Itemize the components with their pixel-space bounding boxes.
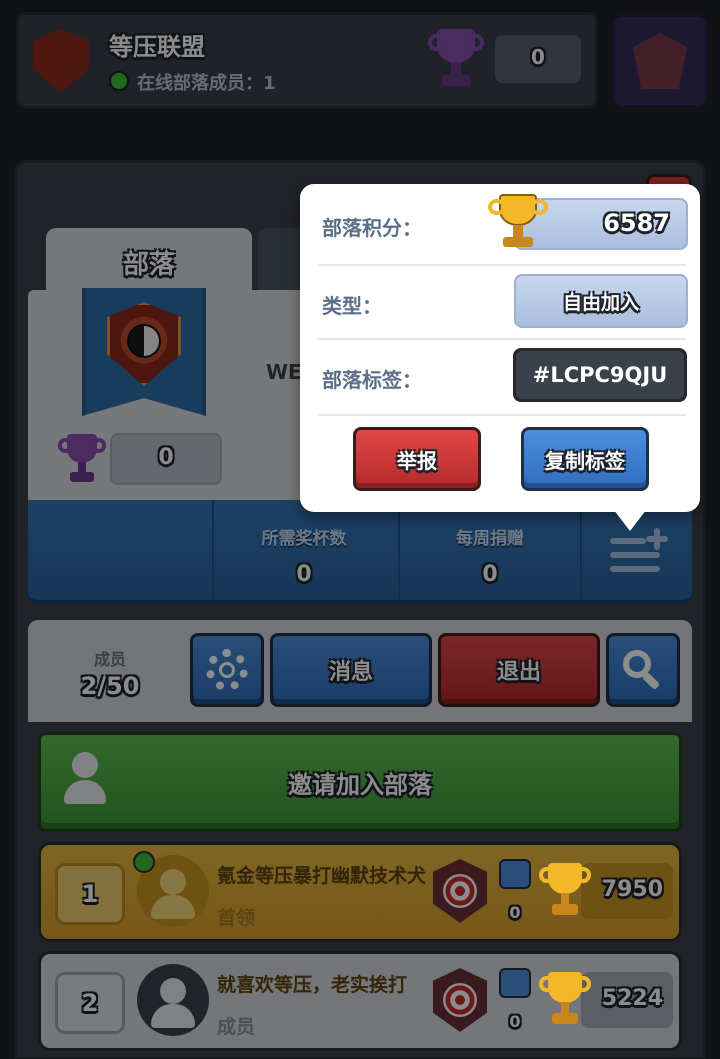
member-name: 就喜欢等压，老实挨打 [217,974,408,996]
gear-icon [206,649,248,691]
war-badge-button[interactable] [612,14,708,108]
member-trophy-box: 7950 [581,863,673,919]
header-trophy-pill: 0 [495,35,581,83]
avatar [137,964,209,1036]
search-button[interactable] [606,633,680,707]
members-label: 成员 [93,650,126,669]
person-icon [64,752,106,808]
trophy-icon [427,29,485,91]
trophy-icon [539,972,591,1028]
required-trophies-label: 所需奖杯数 [261,529,347,549]
member-name: 氪金等压暴打幽默技术犬 [217,865,427,887]
member-rank: 1 [55,863,125,925]
online-members-label: 在线部落成员：1 [137,73,276,94]
clan-header-card[interactable]: 等压联盟 在线部落成员：1 0 [16,12,598,109]
weekly-donations-label: 每周捐赠 [456,529,524,549]
tab-clan[interactable]: 部落 [46,228,252,298]
donate-icon [499,968,531,998]
clan-trophy-value: 0 [158,445,174,470]
war-emblem-icon [633,33,687,89]
add-member-icon[interactable] [610,528,670,574]
member-trophies: 5224 [601,986,663,1011]
header-clan-name: 等压联盟 [109,33,205,61]
trophy-icon [58,434,106,486]
required-trophies-value: 0 [296,562,312,587]
clan-score-label: 部落积分： [322,216,422,240]
clan-tag-value: #LCPC9QJU [513,348,687,402]
member-row-leader[interactable]: 1 氪金等压暴打幽默技术犬 首领 0 7950 [38,842,682,942]
member-rank: 2 [55,972,125,1034]
yinyang-icon [127,324,161,358]
member-trophies: 7950 [601,877,663,902]
clan-stats-bar [28,500,692,604]
members-count: 2/50 [80,672,140,700]
popup-divider [318,414,686,416]
target-icon [433,968,487,1032]
report-button[interactable]: 举报 [353,427,481,491]
member-donations: 0 [509,903,521,922]
popup-divider [318,338,686,340]
member-trophy-box: 5224 [581,972,673,1028]
clan-tag-text: #LCPC9QJU [532,363,668,387]
target-icon [433,859,487,923]
clan-score-value: 6587 [603,209,670,237]
invite-button[interactable]: 邀请加入部落 [38,732,682,832]
clan-type-label: 类型： [322,294,382,318]
messages-button[interactable]: 消息 [270,633,432,707]
member-donations: 0 [509,1012,521,1031]
donate-icon [499,859,531,889]
clan-badge-icon [33,29,89,93]
clan-name-partial: WE [266,360,302,384]
settings-button[interactable] [190,633,264,707]
clan-trophy-pill: 0 [110,433,222,485]
member-role: 成员 [217,1016,256,1038]
weekly-donations-value: 0 [482,562,498,587]
clan-tag-label: 部落标签： [322,368,422,392]
online-indicator-icon [109,71,129,91]
trophy-icon [488,194,548,252]
tab-clan-label: 部落 [122,250,175,280]
copy-tag-button[interactable]: 复制标签 [521,427,649,491]
clan-type-value: 自由加入 [514,274,688,328]
trophy-icon [539,863,591,919]
header-trophy-value: 0 [531,45,545,69]
online-indicator-icon [133,851,155,873]
search-icon [623,650,663,691]
popup-divider [318,264,686,266]
leave-button[interactable]: 退出 [438,633,600,707]
member-role: 首领 [217,907,256,929]
invite-label: 邀请加入部落 [288,770,432,799]
member-row[interactable]: 2 就喜欢等压，老实挨打 成员 0 5224 [38,951,682,1051]
